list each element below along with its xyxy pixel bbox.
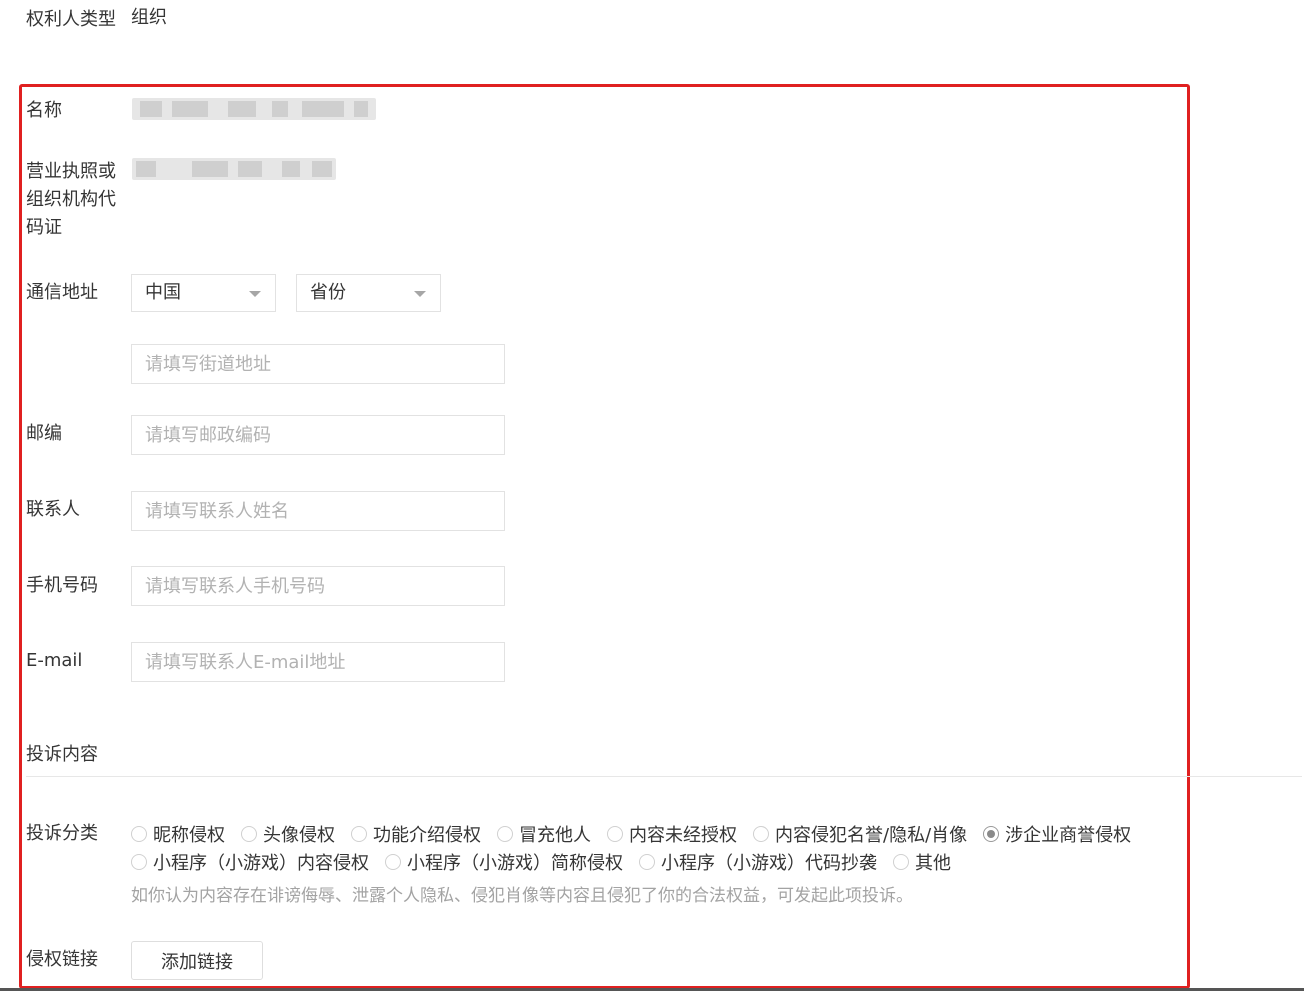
email-label: E-mail (26, 650, 83, 671)
radio-circle-icon (639, 854, 655, 870)
province-select[interactable]: 省份 (296, 274, 441, 312)
radio-checked-icon (983, 826, 1000, 842)
radio-miniprogram-code[interactable]: 小程序（小游戏）代码抄袭 (639, 849, 877, 875)
radio-circle-icon (753, 826, 769, 842)
rights-holder-type-label: 权利人类型 (26, 9, 116, 30)
chevron-down-icon (249, 291, 261, 297)
address-label: 通信地址 (26, 282, 98, 303)
radio-unauthorized-content[interactable]: 内容未经授权 (607, 821, 737, 847)
phone-input[interactable] (131, 566, 505, 606)
email-input[interactable] (131, 642, 505, 682)
radio-circle-icon (131, 826, 147, 842)
license-label: 营业执照或 组织机构代 码证 (26, 161, 116, 238)
radio-circle-icon (607, 826, 623, 842)
add-link-button[interactable]: 添加链接 (131, 941, 263, 980)
radio-other[interactable]: 其他 (893, 849, 951, 875)
contact-name-input[interactable] (131, 491, 505, 531)
radio-avatar[interactable]: 头像侵权 (241, 821, 335, 847)
radio-nickname[interactable]: 昵称侵权 (131, 821, 225, 847)
radio-business-reputation[interactable]: 涉企业商誉侵权 (983, 821, 1131, 847)
license-value-redacted (132, 158, 336, 180)
section-divider (26, 776, 1302, 777)
rights-holder-type-value: 组织 (131, 7, 167, 28)
phone-label: 手机号码 (26, 575, 98, 596)
category-radio-row-1: 昵称侵权 头像侵权 功能介绍侵权 冒充他人 内容未经授权 内容侵犯名誉/隐私/肖… (131, 820, 1147, 848)
category-radio-row-2: 小程序（小游戏）内容侵权 小程序（小游戏）简称侵权 小程序（小游戏）代码抄袭 其… (131, 848, 967, 876)
radio-circle-icon (351, 826, 367, 842)
postal-label: 邮编 (26, 423, 62, 444)
chevron-down-icon (414, 291, 426, 297)
radio-intro[interactable]: 功能介绍侵权 (351, 821, 481, 847)
radio-impersonation[interactable]: 冒充他人 (497, 821, 591, 847)
radio-miniprogram-content[interactable]: 小程序（小游戏）内容侵权 (131, 849, 369, 875)
infringement-link-label: 侵权链接 (26, 949, 98, 970)
radio-circle-icon (131, 854, 147, 870)
complaint-section-title: 投诉内容 (26, 744, 98, 765)
radio-circle-icon (497, 826, 513, 842)
country-select[interactable]: 中国 (131, 274, 276, 312)
complaint-category-label: 投诉分类 (26, 823, 98, 844)
postal-code-input[interactable] (131, 415, 505, 455)
province-select-value: 省份 (310, 282, 346, 303)
name-label: 名称 (26, 100, 62, 121)
name-value-redacted (132, 98, 376, 120)
radio-miniprogram-shortname[interactable]: 小程序（小游戏）简称侵权 (385, 849, 623, 875)
contact-label: 联系人 (26, 499, 80, 520)
radio-circle-icon (893, 854, 909, 870)
street-address-input[interactable] (131, 344, 505, 384)
radio-circle-icon (241, 826, 257, 842)
radio-circle-icon (385, 854, 401, 870)
radio-reputation-privacy[interactable]: 内容侵犯名誉/隐私/肖像 (753, 821, 967, 847)
country-select-value: 中国 (145, 282, 181, 303)
category-hint: 如你认为内容存在诽谤侮辱、泄露个人隐私、侵犯肖像等内容且侵犯了你的合法权益，可发… (131, 886, 913, 906)
